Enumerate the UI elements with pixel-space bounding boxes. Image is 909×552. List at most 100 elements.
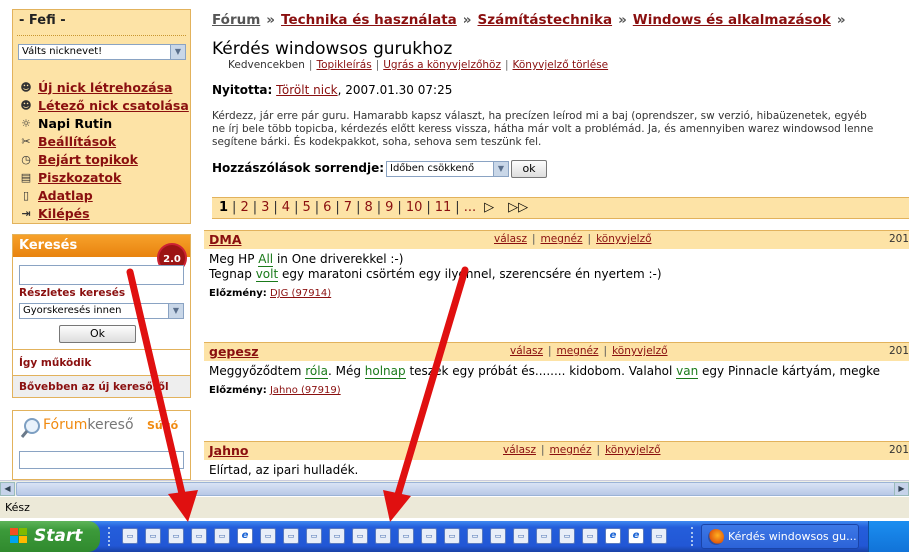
page-link[interactable]: 5 (302, 200, 310, 215)
bookmark-link[interactable]: könyvjelző (605, 444, 660, 456)
sidebar-item-label[interactable]: Létező nick csatolása (38, 98, 189, 113)
sidebar-item[interactable]: ☻ Új nick létrehozása (19, 78, 189, 96)
sidebar-item-label[interactable]: Új nick létrehozása (38, 80, 173, 95)
page-link[interactable]: 8 (364, 200, 372, 215)
sidebar-item[interactable]: ▤ Piszkozatok (19, 168, 189, 186)
view-link[interactable]: megnéz (550, 444, 592, 456)
app-icon[interactable]: ▭ (283, 528, 299, 544)
app-icon[interactable]: ▭ (582, 528, 598, 544)
status-text: Kész (5, 501, 30, 514)
app-icon[interactable]: ▭ (329, 528, 345, 544)
sidebar-item[interactable]: ◷ Bejárt topikok (19, 150, 189, 168)
internet-explorer-icon[interactable]: e (605, 528, 621, 544)
post-date: 201 (888, 233, 909, 245)
app-icon[interactable]: ▭ (651, 528, 667, 544)
app-icon[interactable]: ▭ (191, 528, 207, 544)
page-link[interactable]: 10 (406, 200, 423, 215)
post-author-link[interactable]: gepesz (209, 344, 259, 359)
search-input[interactable] (19, 265, 184, 285)
sidebar-item[interactable]: ⇥ Kilépés (19, 204, 189, 222)
app-icon[interactable]: ▭ (421, 528, 437, 544)
keyword-link[interactable]: van (676, 364, 699, 379)
app-icon[interactable]: ▭ (122, 528, 138, 544)
topic-link[interactable]: Ugrás a könyvjelzőhöz (383, 59, 501, 71)
opener-link[interactable]: Törölt nick (276, 83, 337, 97)
breadcrumb-link[interactable]: Számítástechnika (478, 12, 613, 28)
internet-explorer-icon[interactable]: e (628, 528, 644, 544)
scroll-right-icon[interactable]: ▶ (894, 482, 909, 496)
app-icon[interactable]: ▭ (444, 528, 460, 544)
app-icon[interactable]: ▭ (467, 528, 483, 544)
app-icon[interactable]: ▭ (375, 528, 391, 544)
scroll-left-icon[interactable]: ◀ (0, 482, 15, 496)
keyword-link[interactable]: volt (255, 267, 279, 282)
forumkereso-input[interactable] (19, 451, 184, 469)
app-icon[interactable]: ▭ (260, 528, 276, 544)
bookmark-link[interactable]: könyvjelző (596, 233, 651, 245)
view-link[interactable]: megnéz (557, 345, 599, 357)
sidebar-item[interactable]: ✂ Beállítások (19, 132, 189, 150)
sidebar-item-label[interactable]: Kilépés (38, 206, 90, 221)
app-icon[interactable]: ▭ (398, 528, 414, 544)
sort-order-select[interactable]: Időben csökkenő ▼ (386, 161, 509, 177)
sidebar-item[interactable]: ▯ Adatlap (19, 186, 189, 204)
breadcrumb-link[interactable]: Windows és alkalmazások (633, 12, 831, 28)
page-link[interactable]: 3 (261, 200, 269, 215)
reply-link[interactable]: válasz (510, 345, 543, 357)
sidebar-item[interactable]: ☼ Napi Rutin (19, 114, 189, 132)
sort-ok-button[interactable]: ok (511, 160, 547, 178)
sidebar-item[interactable]: ☻ Létező nick csatolása (19, 96, 189, 114)
page-link[interactable]: 11 (435, 200, 452, 215)
page-link[interactable]: 7 (344, 200, 352, 215)
search-scope-select[interactable]: Gyorskeresés innen ▼ (19, 303, 184, 319)
keyword-link[interactable]: All (258, 252, 274, 267)
reference-link[interactable]: Jahno (97919) (270, 385, 341, 396)
last-page-icon[interactable]: ▷▷ (508, 200, 528, 215)
post-author-link[interactable]: Jahno (209, 443, 248, 458)
app-icon[interactable]: ▭ (352, 528, 368, 544)
page-link[interactable]: 4 (282, 200, 290, 215)
search-ok-button[interactable]: Ok (59, 325, 136, 343)
view-link[interactable]: megnéz (541, 233, 583, 245)
breadcrumb-link[interactable]: Fórum (212, 12, 260, 28)
horizontal-scrollbar[interactable]: ◀ ▶ (0, 480, 909, 496)
advanced-search-link[interactable]: Részletes keresés (19, 287, 125, 299)
toolbar-grip[interactable] (691, 527, 695, 546)
page-link[interactable]: 9 (385, 200, 393, 215)
bookmark-link[interactable]: könyvjelző (612, 345, 667, 357)
app-icon[interactable]: ▭ (306, 528, 322, 544)
app-icon[interactable]: ▭ (490, 528, 506, 544)
reply-link[interactable]: válasz (494, 233, 527, 245)
taskbar-task-firefox[interactable]: Kérdés windowsos gu... (701, 524, 859, 549)
start-button[interactable]: Start (0, 521, 100, 552)
internet-explorer-icon[interactable]: e (237, 528, 253, 544)
sidebar-item-label[interactable]: Bejárt topikok (38, 152, 138, 167)
more-about-search-link[interactable]: Bővebben az új keresőről (19, 381, 169, 393)
app-icon[interactable]: ▭ (559, 528, 575, 544)
topic-link[interactable]: Topikleírás (316, 59, 371, 71)
reply-link[interactable]: válasz (503, 444, 536, 456)
next-page-icon[interactable]: ▷ (484, 200, 494, 215)
post-author-link[interactable]: DMA (209, 232, 242, 247)
page-link[interactable]: 2 (240, 200, 248, 215)
breadcrumb-link[interactable]: Technika és használata (281, 12, 457, 28)
sidebar-item-label[interactable]: Adatlap (38, 188, 93, 203)
breadcrumb: Fórum » Technika és használata » Számítástec… (212, 12, 852, 28)
how-it-works-link[interactable]: Így működik (19, 357, 91, 369)
topic-link[interactable]: Könyvjelző törlése (513, 59, 609, 71)
keyword-link[interactable]: róla (305, 364, 328, 379)
toolbar-grip[interactable] (108, 527, 112, 546)
reference-link[interactable]: DJG (97914) (270, 288, 331, 299)
nick-select[interactable]: Válts nicknevet! ▼ (18, 44, 186, 60)
app-icon[interactable]: ▭ (145, 528, 161, 544)
help-link[interactable]: Súgó (147, 419, 178, 432)
app-icon[interactable]: ▭ (168, 528, 184, 544)
scrollbar-thumb[interactable] (16, 482, 906, 496)
keyword-link[interactable]: holnap (364, 364, 406, 379)
app-icon[interactable]: ▭ (536, 528, 552, 544)
app-icon[interactable]: ▭ (214, 528, 230, 544)
sidebar-item-label[interactable]: Piszkozatok (38, 170, 121, 185)
sidebar-item-label[interactable]: Beállítások (38, 134, 116, 149)
app-icon[interactable]: ▭ (513, 528, 529, 544)
page-link[interactable]: 6 (323, 200, 331, 215)
